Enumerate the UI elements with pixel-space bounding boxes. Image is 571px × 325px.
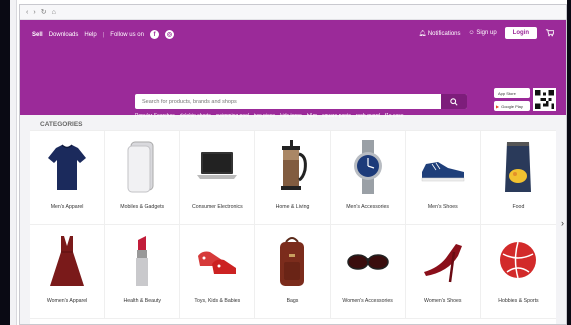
category-womens-shoes[interactable]: Women's Shoes [405,225,481,319]
right-border [567,0,571,325]
cart-icon[interactable] [545,28,555,39]
user-icon: ☺ [468,30,475,36]
divider: | [102,31,105,38]
search-icon [450,97,458,106]
category-label: Consumer Electronics [191,204,243,210]
baby-shoes-icon [198,251,237,274]
backpack-icon [280,237,305,286]
category-label: Men's Accessories [346,204,390,210]
help-link[interactable]: Help [84,32,96,38]
instagram-icon[interactable]: ◎ [164,30,174,39]
category-womens-accessories[interactable]: Women's Accessories [330,225,406,319]
category-home-living[interactable]: Home & Living [255,131,331,225]
category-label: Women's Accessories [342,298,393,304]
category-label: Men's Apparel [50,204,84,210]
header: Sell Downloads Help | Follow us on f ◎ 🔔… [20,20,566,119]
categories-title: CATEGORIES [30,118,556,130]
ball-icon [500,241,537,279]
follow-label: Follow us on [110,31,144,38]
category-label: Women's Shoes [424,298,462,304]
side-strip [10,0,17,325]
forward-icon[interactable]: › [33,5,35,20]
shirt-icon [48,144,87,190]
dress-icon [50,236,85,286]
notifications-label: Notifications [427,30,461,37]
google-play-label: Google Play [501,103,523,109]
coffee-press-icon [281,140,308,190]
left-border [0,0,10,325]
search-button[interactable] [441,94,467,109]
sunglasses-icon [346,254,389,270]
app-store-label: App Store [498,90,516,96]
lipstick-icon [136,236,149,286]
category-label: Women's Apparel [46,298,88,304]
top-nav: Sell Downloads Help | Follow us on f ◎ [32,30,174,39]
next-arrow-icon[interactable]: › [561,218,564,228]
sell-link[interactable]: Sell [32,32,43,38]
sneaker-icon [421,162,465,182]
user-nav: 🔔︎ Notifications ☺ Sign up Login [419,27,555,39]
app-downloads: App Store ▶ Google Play [494,88,558,111]
category-mobiles[interactable]: Mobiles & Gadgets [105,131,181,225]
category-bags[interactable]: Bags [255,225,331,319]
bell-icon: 🔔︎ [418,30,427,37]
category-mens-apparel[interactable]: Men's Apparel [30,131,106,225]
category-label: Toys, Kids & Babies [194,298,241,304]
qr-code [533,88,556,111]
category-label: Men's Shoes [427,204,458,210]
page: ‹ › ↻ ⌂ Sell Downloads Help | Follow us … [0,0,571,325]
reload-icon[interactable]: ↻ [41,5,47,20]
category-health-beauty[interactable]: Health & Beauty [105,225,181,319]
google-play-button[interactable]: ▶ Google Play [494,101,530,111]
search-input[interactable] [135,94,441,109]
phone-icon [127,141,154,193]
category-womens-apparel[interactable]: Women's Apparel [30,225,106,319]
app-store-button[interactable]: App Store [494,88,530,98]
category-hobbies-sports[interactable]: Hobbies & Sports [480,225,556,319]
signup-label: Sign up [476,30,497,36]
store-buttons: App Store ▶ Google Play [494,88,530,111]
category-label: Health & Beauty [123,298,161,304]
back-icon[interactable]: ‹ [26,5,28,20]
notifications-link[interactable]: 🔔︎ Notifications [419,30,461,37]
facebook-icon[interactable]: f [149,30,159,39]
category-label: Home & Living [275,204,310,210]
search-bar [135,94,467,109]
categories-section: CATEGORIES Men's Apparel Mobiles & Gadge… [30,118,556,324]
heel-icon [423,244,462,283]
browser-window: ‹ › ↻ ⌂ Sell Downloads Help | Follow us … [19,4,567,325]
categories-grid: Men's Apparel Mobiles & Gadgets Consumer… [30,130,556,319]
category-label: Food [512,204,525,210]
watch-icon [353,140,382,194]
laptop-icon [197,152,238,179]
play-icon: ▶ [496,103,500,109]
downloads-link[interactable]: Downloads [49,32,79,38]
login-button[interactable]: Login [504,27,537,39]
home-icon[interactable]: ⌂ [52,5,56,20]
category-food[interactable]: Food [480,131,556,225]
snack-bag-icon [505,142,532,192]
signup-link[interactable]: ☺ Sign up [469,30,497,36]
category-mens-shoes[interactable]: Men's Shoes [405,131,481,225]
category-label: Bags [286,298,299,304]
category-label: Mobiles & Gadgets [120,204,165,210]
category-label: Hobbies & Sports [498,298,539,304]
category-mens-accessories[interactable]: Men's Accessories [330,131,406,225]
category-toys-kids[interactable]: Toys, Kids & Babies [180,225,256,319]
category-electronics[interactable]: Consumer Electronics [180,131,256,225]
browser-toolbar: ‹ › ↻ ⌂ [20,5,566,20]
